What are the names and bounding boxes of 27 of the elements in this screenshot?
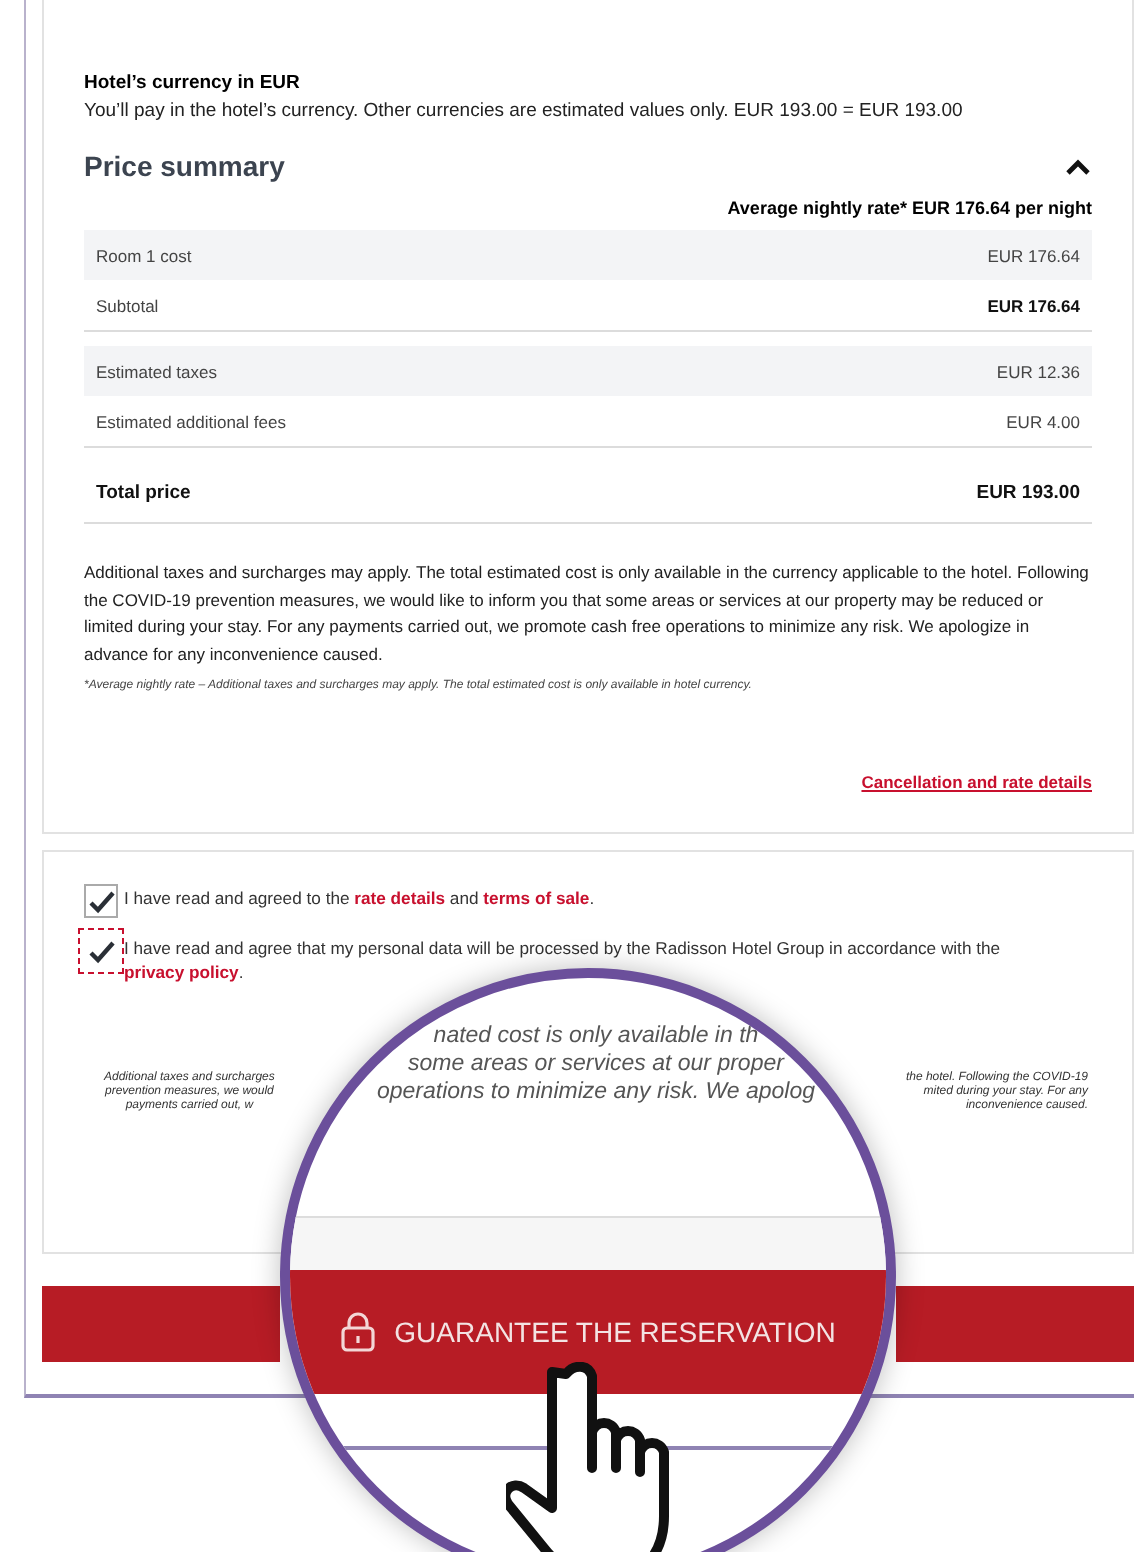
row-label: Subtotal [96, 295, 159, 315]
checkbox[interactable] [84, 884, 118, 918]
lock-icon [340, 1312, 377, 1352]
row-label: Room 1 cost [96, 245, 192, 265]
row-value: EUR 176.64 [987, 295, 1080, 315]
consent-text: I have read and agreed to the rate details and terms of sale. [124, 886, 595, 910]
guarantee-button[interactable]: GUARANTEE THE RESERVATION [290, 1270, 886, 1394]
cancellation-link[interactable]: Cancellation and rate details [861, 772, 1092, 792]
row-value: EUR 4.00 [1006, 411, 1080, 431]
section-title: Price summary [84, 150, 285, 182]
magnified-text: operations to minimize any risk. We apolog [376, 1078, 816, 1106]
row-label: Estimated taxes [96, 361, 217, 381]
chevron-icon[interactable] [1064, 157, 1092, 175]
consent-link[interactable]: terms of sale [483, 888, 590, 908]
row-value: EUR 193.00 [976, 481, 1080, 503]
magnified-text: some areas or services at our proper [408, 1050, 784, 1078]
currency-title: Hotel’s currency in EUR [84, 72, 302, 94]
row-label: Estimated additional fees [96, 411, 286, 431]
row-value: EUR 176.64 [987, 245, 1080, 265]
consent-link[interactable]: privacy policy [124, 962, 239, 982]
magnified-text: nated cost is only available in th [433, 1022, 759, 1050]
currency-note: You’ll pay in the hotel’s currency. Other currencies are estimated values only. EUR 193.00 = EUR 193.00 [84, 100, 965, 122]
consent-link[interactable]: rate details [354, 888, 446, 908]
row-label: Total price [96, 481, 191, 503]
notice-text: Additional taxes and surcharges may apply. The total estimated cost is only available in the currency applicable to the hotel. Following the COVID-19 prevention measures, we would like to inform you that some areas or services at our property may be reduced or limited during your stay. For any payments carried out, we promote cash free operations to minimize any risk. We apologize in advance for any inconvenience caused. [84, 560, 1091, 668]
average-rate: Average nightly rate* EUR 176.64 per night [725, 198, 1092, 218]
row-value: EUR 12.36 [996, 361, 1080, 381]
